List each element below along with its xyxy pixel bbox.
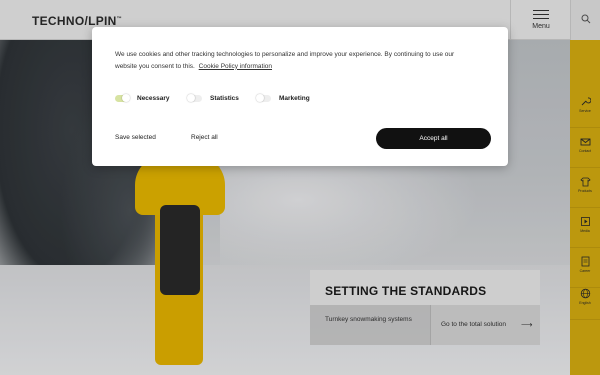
toggle-switch-on[interactable] xyxy=(115,94,130,102)
globe-icon xyxy=(580,288,590,299)
save-selected-button[interactable]: Save selected xyxy=(115,134,156,141)
total-solution-link[interactable]: Go to the total solution ⟶ xyxy=(430,305,540,345)
toggle-label: Statistics xyxy=(210,94,239,102)
menu-button[interactable]: Menu xyxy=(510,0,570,40)
sidebar-item-label: Contact xyxy=(578,149,592,153)
search-icon xyxy=(581,14,591,24)
mail-icon xyxy=(580,138,590,146)
hero-title: SETTING THE STANDARDS xyxy=(325,284,487,298)
hamburger-icon xyxy=(533,10,549,20)
shirt-icon xyxy=(579,177,591,187)
arrow-right-icon: ⟶ xyxy=(521,320,533,329)
sidebar-item-service[interactable]: Service xyxy=(570,88,600,128)
cookie-message-text: We use cookies and other tracking techno… xyxy=(115,51,455,70)
wrench-icon xyxy=(581,97,591,106)
sidebar-item-contact[interactable]: Contact xyxy=(570,128,600,168)
sidebar-item-media[interactable]: Media xyxy=(570,208,600,248)
toggle-marketing[interactable]: Marketing xyxy=(256,92,310,104)
sidebar-item-label: Media xyxy=(580,229,590,233)
technoalpin-logo[interactable]: TECHNO/LPIN™ xyxy=(32,14,122,28)
toggle-statistics[interactable]: Statistics xyxy=(187,92,239,104)
media-icon xyxy=(580,217,590,226)
hero-subtitle-box: Turnkey snowmaking systems xyxy=(310,305,430,345)
hero-subtitle: Turnkey snowmaking systems xyxy=(325,316,412,323)
toggle-switch-off[interactable] xyxy=(187,94,202,102)
quick-links-sidebar: Service Contact Products Media Career En… xyxy=(570,40,600,375)
total-solution-link-label: Go to the total solution xyxy=(441,321,507,328)
logo-text: TECHNO xyxy=(32,14,85,28)
search-button[interactable] xyxy=(570,0,600,40)
toggle-necessary[interactable]: Necessary xyxy=(115,92,170,104)
cookie-message: We use cookies and other tracking techno… xyxy=(115,49,465,72)
snow-cannon-mount xyxy=(160,205,200,295)
menu-label: Menu xyxy=(532,23,550,30)
sidebar-item-products[interactable]: Products xyxy=(570,168,600,208)
sidebar-item-label: Products xyxy=(578,189,592,193)
sidebar-item-label: Career xyxy=(579,269,591,273)
sidebar-item-language[interactable]: English xyxy=(570,280,600,320)
logo-text-2: LPIN xyxy=(88,14,117,28)
document-icon xyxy=(581,256,589,267)
cookie-consent-dialog: We use cookies and other tracking techno… xyxy=(92,27,508,166)
toggle-switch-off[interactable] xyxy=(256,94,271,102)
reject-all-button[interactable]: Reject all xyxy=(191,134,218,141)
logo-trademark: ™ xyxy=(116,16,122,22)
sidebar-item-label: English xyxy=(579,301,591,305)
toggle-label: Necessary xyxy=(137,94,170,102)
hero-title-box: SETTING THE STANDARDS xyxy=(310,270,540,305)
toggle-label: Marketing xyxy=(279,94,310,102)
sidebar-item-label: Service xyxy=(579,109,591,113)
cookie-policy-link[interactable]: Cookie Policy information xyxy=(199,63,272,70)
accept-all-button[interactable]: Accept all xyxy=(376,128,491,149)
